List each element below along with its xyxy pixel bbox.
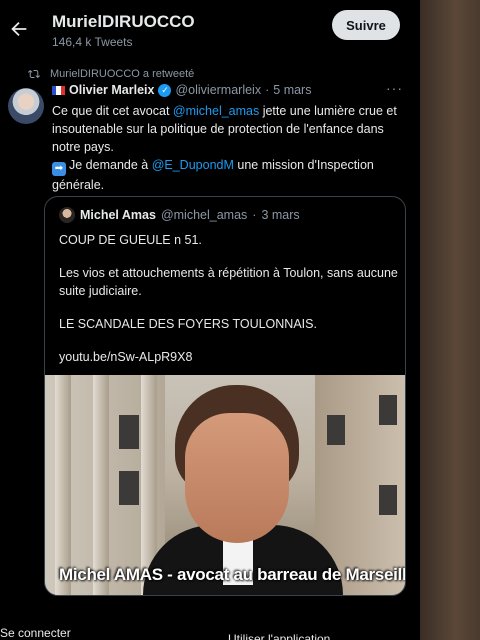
french-flag-icon xyxy=(52,85,65,95)
tweet-text-part: Ce que dit cet avocat xyxy=(52,104,173,118)
author-handle[interactable]: @oliviermarleix xyxy=(175,83,261,97)
author-name[interactable]: Olivier Marleix xyxy=(69,83,154,97)
video-thumbnail[interactable]: Michel AMAS - avocat au barreau de Marse… xyxy=(45,375,406,595)
retweet-icon xyxy=(28,69,40,79)
window xyxy=(119,471,139,505)
window xyxy=(379,395,397,425)
quoted-paragraph: COUP DE GUEULE n 51. xyxy=(59,233,202,247)
more-options-icon[interactable]: ··· xyxy=(386,80,403,96)
tweet-text-part: Je demande à xyxy=(69,158,152,172)
mention-link[interactable]: @michel_amas xyxy=(173,104,259,118)
author-avatar[interactable] xyxy=(8,88,44,124)
profile-name: MurielDIRUOCCO xyxy=(52,12,195,31)
window xyxy=(379,485,397,515)
mention-link[interactable]: @E_DupondM xyxy=(152,158,234,172)
window xyxy=(327,415,345,445)
follow-button[interactable]: Suivre xyxy=(332,10,400,40)
back-arrow-icon[interactable] xyxy=(8,18,30,40)
verified-badge-icon: ✓ xyxy=(158,83,172,97)
column xyxy=(55,375,71,595)
quoted-author-avatar xyxy=(59,207,75,223)
quoted-tweet-date: 3 mars xyxy=(261,208,300,222)
person-face xyxy=(185,413,289,543)
tweet-count: 146,4 k Tweets xyxy=(52,35,133,49)
device-bezel xyxy=(420,0,480,640)
quoted-tweet[interactable]: Michel Amas @michel_amas · 3 mars COUP D… xyxy=(44,196,406,596)
right-arrow-emoji-icon: ➡ xyxy=(52,162,66,176)
tweet-paragraph-2: ➡ Je demande à @E_DupondM une mission d'I… xyxy=(52,156,404,194)
tweet-date[interactable]: 5 mars xyxy=(273,83,311,97)
tweet-screen: MurielDIRUOCCO 146,4 k Tweets Suivre Mur… xyxy=(0,0,420,640)
quoted-paragraph: LE SCANDALE DES FOYERS TOULONNAIS. xyxy=(59,317,317,331)
window xyxy=(119,415,139,449)
login-link[interactable]: Se connecter xyxy=(0,626,71,640)
separator-dot: · xyxy=(252,208,257,222)
quoted-author-name: Michel Amas xyxy=(80,208,156,222)
retweet-indicator: MurielDIRUOCCO a retweeté xyxy=(28,68,194,80)
tweet-header: Olivier Marleix ✓ @oliviermarleix · 5 ma… xyxy=(52,83,311,97)
retweet-label: MurielDIRUOCCO a retweeté xyxy=(50,68,195,80)
use-app-button[interactable]: Utiliser l'application xyxy=(228,632,330,640)
quoted-tweet-text: COUP DE GUEULE n 51. Les vios et attouch… xyxy=(59,231,399,366)
separator-dot: · xyxy=(265,83,270,97)
quoted-link[interactable]: youtu.be/nSw-ALpR9X8 xyxy=(59,348,399,366)
quoted-paragraph: Les vios et attouchements à répétition à… xyxy=(59,266,398,298)
quoted-author-handle: @michel_amas xyxy=(160,208,248,222)
top-bar: MurielDIRUOCCO 146,4 k Tweets Suivre xyxy=(0,0,420,58)
column xyxy=(93,375,109,595)
quoted-tweet-header: Michel Amas @michel_amas · 3 mars xyxy=(59,207,300,223)
tweet-text: Ce que dit cet avocat @michel_amas jette… xyxy=(52,102,404,194)
tweet-paragraph-1: Ce que dit cet avocat @michel_amas jette… xyxy=(52,102,404,156)
video-caption: Michel AMAS - avocat au barreau de Marse… xyxy=(59,565,406,584)
